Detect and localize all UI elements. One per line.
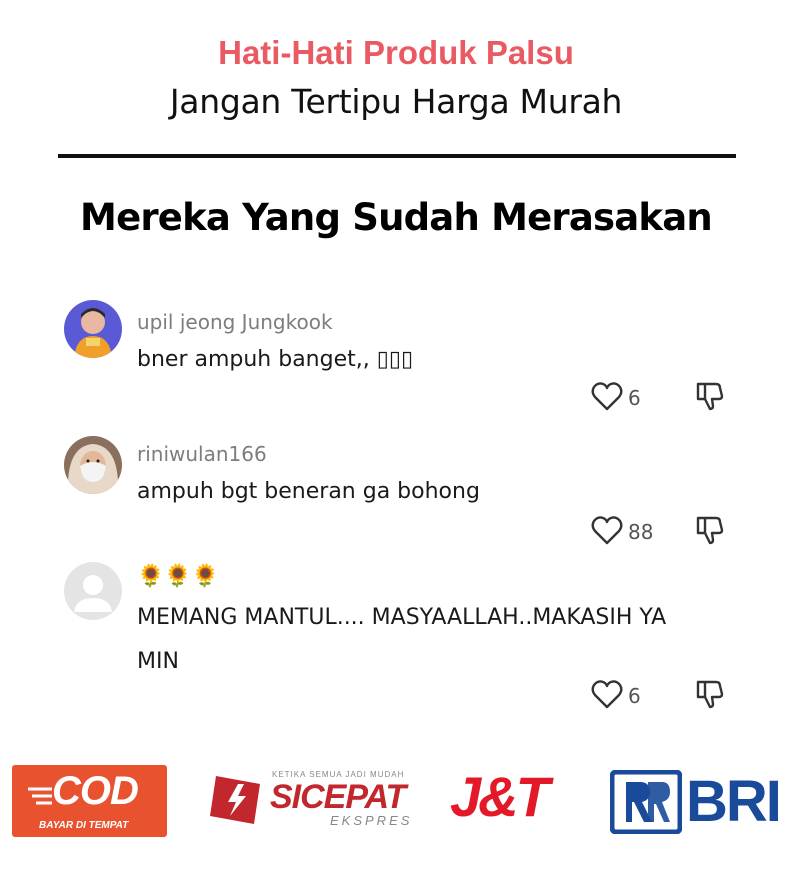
thumbs-down-icon[interactable] <box>694 514 726 546</box>
bri-mark-icon <box>610 770 682 834</box>
like-count: 6 <box>628 684 641 708</box>
heart-outline-icon[interactable] <box>590 678 624 710</box>
thumbs-down-icon[interactable] <box>694 678 726 710</box>
bri-logo-text: BRI <box>686 769 782 834</box>
like-count: 88 <box>628 520 654 544</box>
cod-logo: COD BAYAR DI TEMPAT <box>12 765 167 837</box>
cod-logo-text: COD <box>52 769 139 813</box>
sicepat-mark-icon <box>210 776 260 824</box>
sicepat-subtext: EKSPRES <box>330 813 413 828</box>
heart-outline-icon[interactable] <box>590 514 624 546</box>
comment-text: MEMANG MANTUL.... MASYAALLAH..MAKASIH YA… <box>137 605 667 674</box>
sicepat-logo-text: SICEPAT <box>270 778 406 816</box>
avatar[interactable] <box>64 562 122 620</box>
comment-username: 🌻🌻🌻 <box>137 564 220 589</box>
payment-shipping-logos: COD BAYAR DI TEMPAT KETIKA SEMUA JADI MU… <box>0 762 792 842</box>
comment-username: riniwulan166 <box>137 442 267 466</box>
subtitle: Jangan Tertipu Harga Murah <box>169 82 623 121</box>
divider <box>58 154 736 158</box>
cod-logo-subtext: BAYAR DI TEMPAT <box>39 820 129 831</box>
comment-text: bner ampuh banget,, ▯▯▯ <box>137 347 414 372</box>
avatar[interactable] <box>64 436 122 494</box>
section-title: Mereka Yang Sudah Merasakan <box>80 196 713 239</box>
avatar[interactable] <box>64 300 122 358</box>
thumbs-down-icon[interactable] <box>694 380 726 412</box>
jnt-logo-text: J&T <box>450 765 550 828</box>
warning-title: Hati-Hati Produk Palsu <box>218 34 574 71</box>
like-count: 6 <box>628 386 641 410</box>
comment-username: upil jeong Jungkook <box>137 310 333 334</box>
comment-text: ampuh bgt beneran ga bohong <box>137 479 480 504</box>
heart-outline-icon[interactable] <box>590 380 624 412</box>
